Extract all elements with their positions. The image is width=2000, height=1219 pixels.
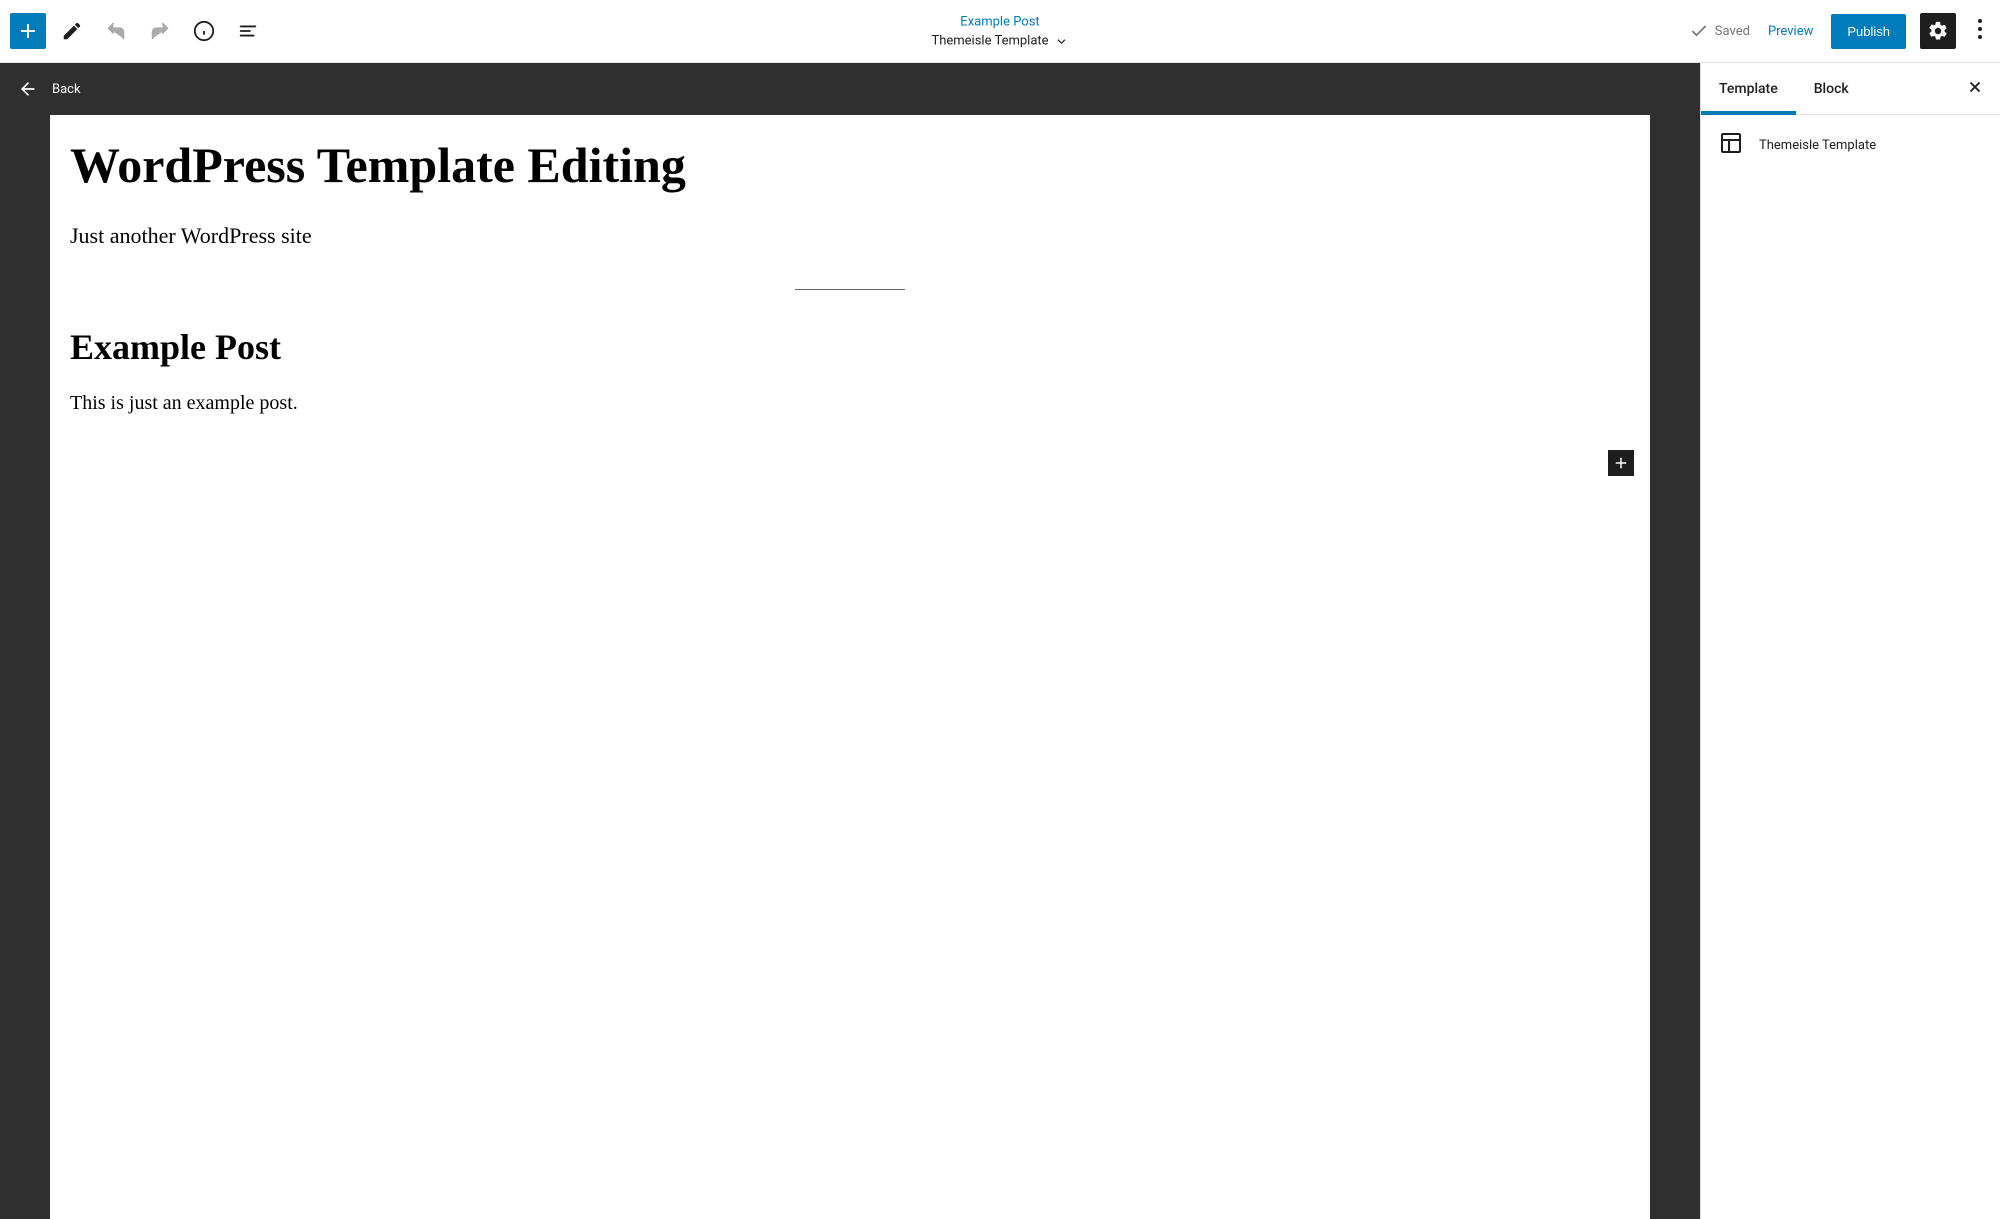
toolbar-left-group [10,13,266,49]
kebab-icon [1978,19,1982,39]
post-body[interactable]: This is just an example post. [70,392,1630,415]
post-title-link[interactable]: Example Post [931,13,1068,31]
undo-button[interactable] [98,13,134,49]
sidebar-tabs: Template Block [1701,63,2000,115]
more-options-button[interactable] [1970,19,1990,43]
saved-label: Saved [1715,24,1750,39]
saved-status: Saved [1689,21,1750,41]
close-sidebar-button[interactable] [1950,78,2000,100]
layout-icon [1719,131,1743,159]
tab-template[interactable]: Template [1701,63,1796,114]
redo-button[interactable] [142,13,178,49]
site-title[interactable]: WordPress Template Editing [70,135,1630,195]
inline-add-block-button[interactable] [1608,450,1634,476]
template-dropdown[interactable]: Themeisle Template [931,34,1068,49]
template-name-label: Themeisle Template [1759,138,1876,153]
canvas-wrapper: Back WordPress Template Editing Just ano… [0,63,1700,1219]
document-title-area: Example Post Themeisle Template [931,13,1068,48]
gear-icon [1927,20,1949,42]
check-icon [1689,21,1709,41]
back-label: Back [52,82,81,97]
document-content: WordPress Template Editing Just another … [50,115,1650,455]
close-icon [1966,78,1984,96]
top-toolbar: Example Post Themeisle Template Saved Pr… [0,0,2000,63]
tools-button[interactable] [54,13,90,49]
editor-canvas[interactable]: WordPress Template Editing Just another … [50,115,1650,1219]
info-button[interactable] [186,13,222,49]
tab-block[interactable]: Block [1796,63,1867,114]
toolbar-right-group: Saved Preview Publish [1689,13,1990,49]
canvas-outer: WordPress Template Editing Just another … [0,115,1700,1219]
separator-block[interactable] [795,289,905,290]
template-row[interactable]: Themeisle Template [1719,131,1982,159]
post-heading[interactable]: Example Post [70,326,1630,368]
publish-button[interactable]: Publish [1831,14,1906,49]
plus-icon [1612,454,1630,472]
main-area: Back WordPress Template Editing Just ano… [0,63,2000,1219]
preview-button[interactable]: Preview [1764,18,1817,45]
sidebar-body: Themeisle Template [1701,115,2000,175]
list-view-button[interactable] [230,13,266,49]
back-button[interactable]: Back [0,63,1700,115]
chevron-down-icon [1055,34,1069,48]
arrow-left-icon [18,79,38,99]
template-dropdown-label: Themeisle Template [931,34,1048,49]
settings-sidebar: Template Block Themeisle Template [1700,63,2000,1219]
site-tagline[interactable]: Just another WordPress site [70,223,1630,249]
settings-button[interactable] [1920,13,1956,49]
add-block-button[interactable] [10,13,46,49]
